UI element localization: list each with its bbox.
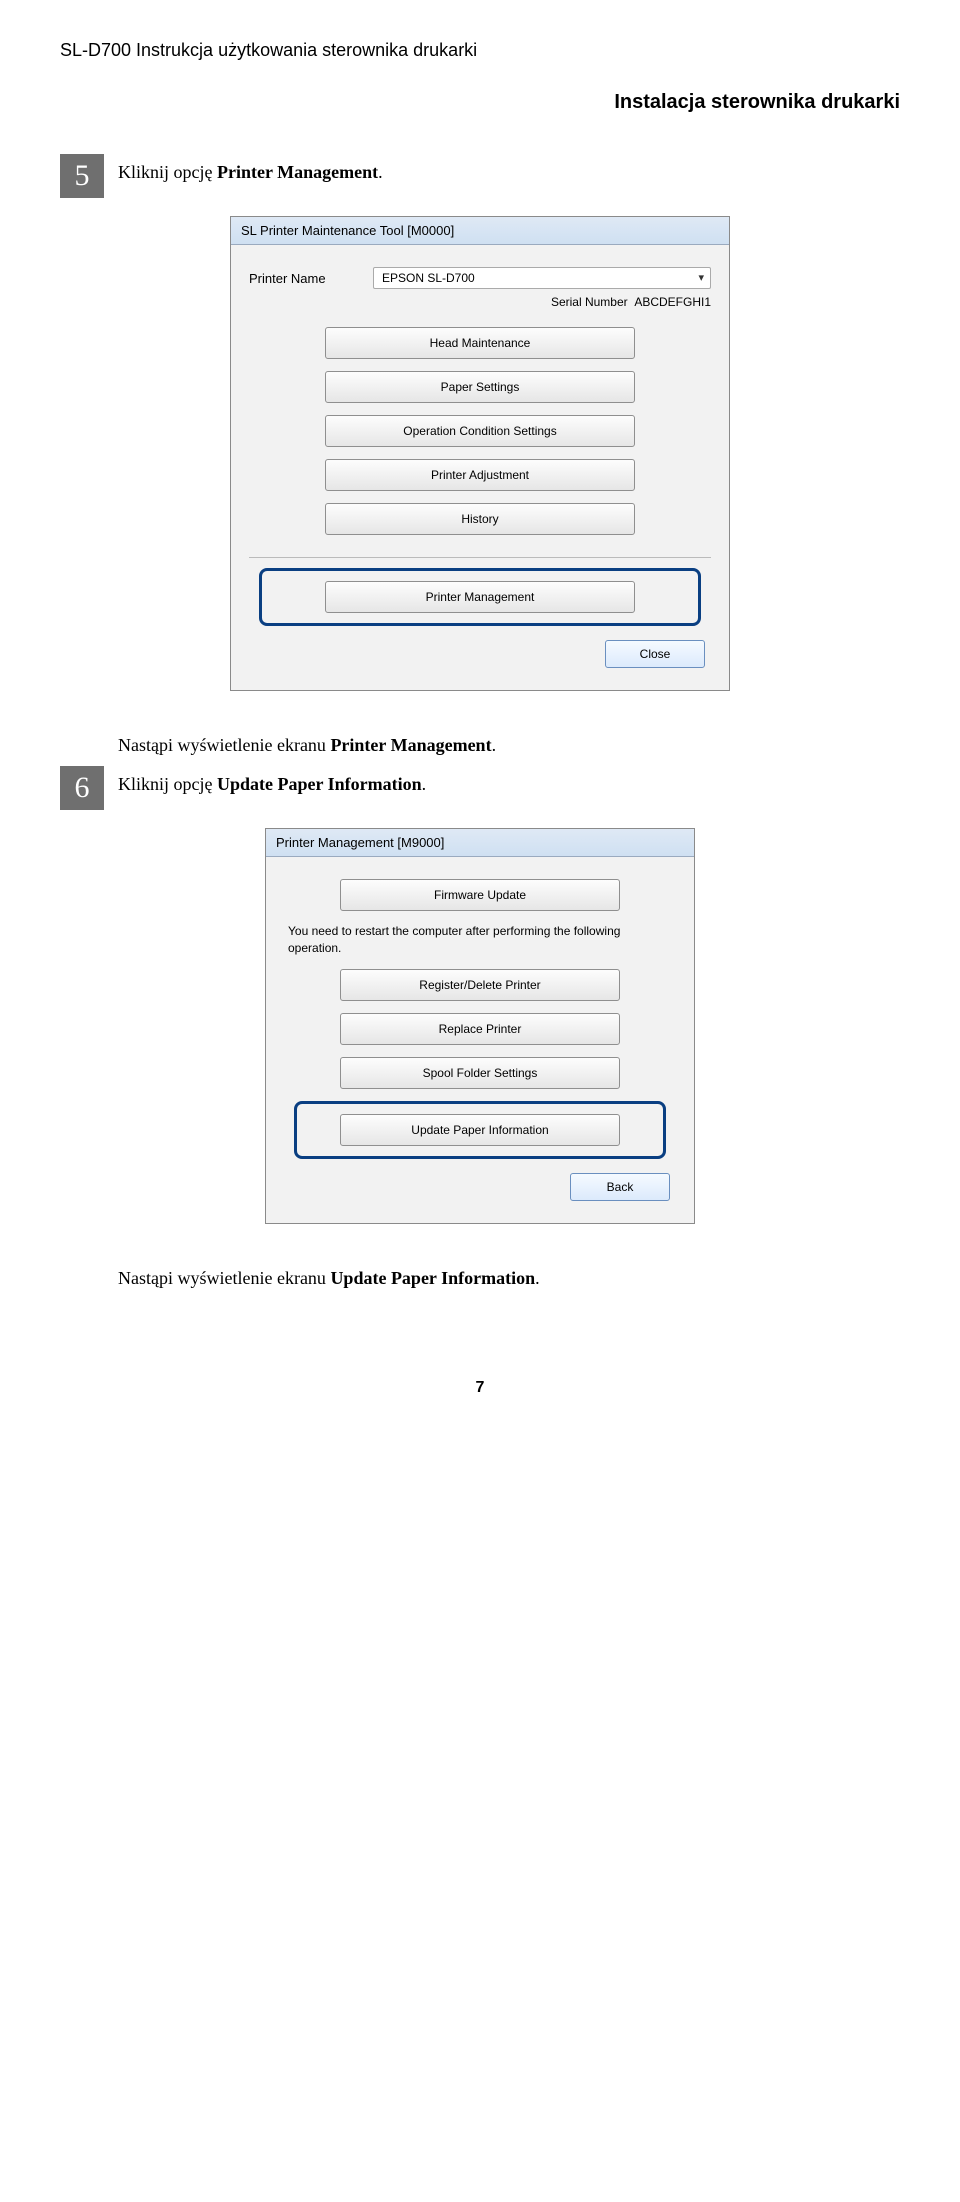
page-number: 7 [60, 1379, 900, 1397]
page: SL-D700 Instrukcja użytkowania sterownik… [0, 0, 960, 1437]
step-6: 6 Kliknij opcję Update Paper Information… [60, 766, 900, 810]
maintenance-tool-window: SL Printer Maintenance Tool [M0000] Prin… [230, 216, 730, 691]
head-maintenance-button[interactable]: Head Maintenance [325, 327, 635, 359]
window-body: Firmware Update You need to restart the … [266, 857, 694, 1223]
serial-label: Serial Number [551, 295, 628, 309]
spool-folder-settings-button[interactable]: Spool Folder Settings [340, 1057, 620, 1089]
step-text: Kliknij opcję Printer Management. [118, 154, 383, 198]
mid-text-bold: Printer Management [330, 735, 491, 755]
step-text-part: Kliknij opcję [118, 162, 217, 182]
running-head-right: Instalacja sterownika drukarki [60, 91, 900, 114]
callout-highlight: Printer Management [259, 568, 701, 626]
step-text: Kliknij opcję Update Paper Information. [118, 766, 426, 810]
printer-name-select[interactable]: EPSON SL-D700 [373, 267, 711, 289]
divider [249, 557, 711, 558]
step-text-bold: Printer Management [217, 162, 378, 182]
paper-settings-button[interactable]: Paper Settings [325, 371, 635, 403]
bottom-text-part: Nastąpi wyświetlenie ekranu [118, 1268, 330, 1288]
printer-name-label: Printer Name [249, 271, 359, 286]
history-button[interactable]: History [325, 503, 635, 535]
printer-adjustment-button[interactable]: Printer Adjustment [325, 459, 635, 491]
window-title: Printer Management [M9000] [266, 829, 694, 857]
mid-text-part: Nastąpi wyświetlenie ekranu [118, 735, 330, 755]
step-text-part: Kliknij opcję [118, 774, 217, 794]
bottom-text-bold: Update Paper Information [330, 1268, 535, 1288]
operation-condition-button[interactable]: Operation Condition Settings [325, 415, 635, 447]
step-text-part: . [422, 774, 427, 794]
printer-management-button[interactable]: Printer Management [325, 581, 635, 613]
step-number: 6 [60, 766, 104, 810]
back-button[interactable]: Back [570, 1173, 670, 1201]
mid-text: Nastąpi wyświetlenie ekranu Printer Mana… [118, 727, 900, 756]
callout-highlight: Update Paper Information [294, 1101, 666, 1159]
step-5: 5 Kliknij opcję Printer Management. [60, 154, 900, 198]
serial-value: ABCDEFGHI1 [634, 295, 711, 309]
firmware-update-button[interactable]: Firmware Update [340, 879, 620, 911]
replace-printer-button[interactable]: Replace Printer [340, 1013, 620, 1045]
running-head-left: SL-D700 Instrukcja użytkowania sterownik… [60, 40, 900, 61]
step-text-bold: Update Paper Information [217, 774, 422, 794]
printer-name-row: Printer Name EPSON SL-D700 [249, 267, 711, 289]
window-title: SL Printer Maintenance Tool [M0000] [231, 217, 729, 245]
bottom-text: Nastąpi wyświetlenie ekranu Update Paper… [118, 1260, 900, 1289]
update-paper-information-button[interactable]: Update Paper Information [340, 1114, 620, 1146]
step-number: 5 [60, 154, 104, 198]
register-delete-printer-button[interactable]: Register/Delete Printer [340, 969, 620, 1001]
bottom-text-part: . [535, 1268, 540, 1288]
printer-management-window: Printer Management [M9000] Firmware Upda… [265, 828, 695, 1224]
mid-text-part: . [492, 735, 497, 755]
step-text-part: . [378, 162, 383, 182]
close-button[interactable]: Close [605, 640, 705, 668]
restart-note: You need to restart the computer after p… [288, 923, 672, 957]
window-body: Printer Name EPSON SL-D700 Serial Number… [231, 245, 729, 690]
serial-row: Serial Number ABCDEFGHI1 [249, 295, 711, 309]
